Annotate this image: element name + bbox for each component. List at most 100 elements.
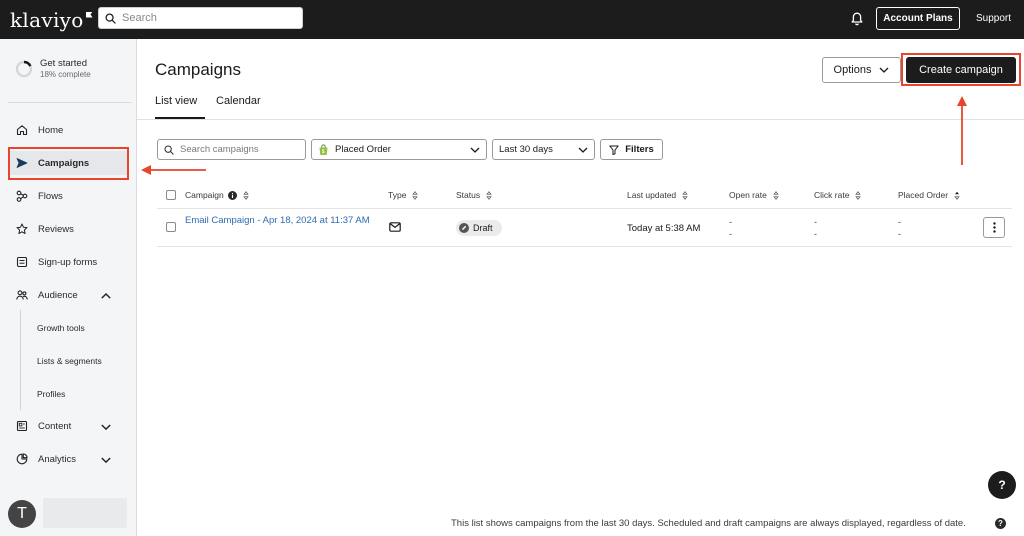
click-rate-cell: - - <box>814 216 817 240</box>
sidebar-item-analytics[interactable]: Analytics <box>8 447 128 471</box>
get-started-progress[interactable]: Get started 18% complete <box>15 58 91 79</box>
sidebar-item-flows[interactable]: Flows <box>8 184 128 208</box>
support-link[interactable]: Support <box>976 13 1011 24</box>
flows-icon <box>16 190 28 202</box>
get-started-title: Get started <box>40 58 87 69</box>
row-actions-button[interactable] <box>983 217 1005 238</box>
column-header-open-rate[interactable]: Open rate <box>729 190 779 200</box>
options-dropdown-button[interactable]: Options <box>822 57 901 83</box>
open-rate-cell: - - <box>729 216 732 240</box>
chevron-up-icon[interactable] <box>100 290 112 302</box>
logo-text: klaviyo <box>10 7 84 32</box>
form-icon <box>16 256 28 268</box>
analytics-icon <box>16 453 28 465</box>
placed-order-value: - <box>898 217 901 227</box>
column-header-campaign[interactable]: Campaign <box>185 190 249 200</box>
star-icon <box>16 223 28 234</box>
tab-divider <box>137 119 1024 120</box>
chevron-down-icon <box>879 67 889 73</box>
date-range-select[interactable]: Last 30 days <box>492 139 595 160</box>
campaign-search[interactable] <box>157 139 306 160</box>
account-plans-button[interactable]: Account Plans <box>876 7 960 30</box>
logo-flag-icon <box>85 11 93 18</box>
sidebar-item-label: Audience <box>38 289 78 301</box>
user-avatar[interactable]: T <box>8 500 36 528</box>
column-label: Status <box>456 190 481 200</box>
info-icon[interactable] <box>227 190 237 200</box>
progress-ring-icon <box>15 60 33 77</box>
sort-icon <box>412 190 419 200</box>
tab-list-view[interactable]: List view <box>155 95 197 107</box>
column-label: Campaign <box>185 190 224 200</box>
help-fab-button[interactable]: ? <box>988 471 1016 499</box>
placed-order-cell: - - <box>898 216 901 240</box>
metric-select-value: Placed Order <box>335 144 391 155</box>
sidebar-divider <box>8 102 132 103</box>
column-label: Click rate <box>814 190 850 200</box>
sort-icon <box>855 190 862 200</box>
sidebar-item-content[interactable]: Content <box>8 414 128 438</box>
chevron-down-icon <box>578 147 588 153</box>
bell-icon[interactable] <box>851 12 863 26</box>
sidebar-item-signup-forms[interactable]: Sign-up forms <box>8 250 128 274</box>
metric-select[interactable]: Placed Order <box>311 139 487 160</box>
filters-label: Filters <box>625 144 654 155</box>
audience-icon <box>16 290 28 300</box>
column-header-status[interactable]: Status <box>456 190 492 200</box>
user-info-redacted[interactable] <box>43 498 127 528</box>
row-checkbox[interactable] <box>166 222 176 232</box>
open-rate-value: - <box>729 217 732 227</box>
column-label: Last updated <box>627 190 677 200</box>
sidebar-subitem-growth-tools[interactable]: Growth tools <box>37 323 85 333</box>
sidebar-item-audience[interactable]: Audience <box>8 283 128 307</box>
sidebar-item-home[interactable]: Home <box>8 118 128 142</box>
chevron-down-icon[interactable] <box>100 421 112 433</box>
status-label: Draft <box>473 223 493 233</box>
column-header-placed-order[interactable]: Placed Order <box>898 190 960 200</box>
draft-pencil-icon <box>459 223 469 233</box>
column-label: Type <box>388 190 407 200</box>
sort-icon <box>682 190 688 200</box>
envelope-icon <box>389 222 401 232</box>
campaign-search-input[interactable] <box>180 144 300 155</box>
sidebar-item-label: Flows <box>38 190 63 202</box>
sidebar-item-label: Home <box>38 124 64 136</box>
sidebar-item-reviews[interactable]: Reviews <box>8 217 128 241</box>
column-header-click-rate[interactable]: Click rate <box>814 190 862 200</box>
chevron-down-icon <box>470 147 480 153</box>
help-circle-icon[interactable]: ? <box>995 518 1006 529</box>
annotation-highlight-campaigns <box>8 147 129 180</box>
active-tab-indicator <box>155 117 205 119</box>
global-search[interactable] <box>98 7 303 29</box>
get-started-progress-text: 18% complete <box>40 70 91 79</box>
sort-ascending-icon <box>954 191 960 200</box>
sidebar-subitem-profiles[interactable]: Profiles <box>37 389 65 399</box>
filters-button[interactable]: Filters <box>600 139 663 160</box>
klaviyo-logo[interactable]: klaviyo <box>10 8 98 32</box>
search-icon <box>164 144 174 155</box>
open-rate-subvalue: - <box>729 229 732 239</box>
click-rate-value: - <box>814 217 817 227</box>
column-label: Open rate <box>729 190 767 200</box>
sidebar-item-label: Sign-up forms <box>38 256 98 268</box>
column-header-type[interactable]: Type <box>388 190 419 200</box>
last-updated-cell: Today at 5:38 AM <box>627 223 701 234</box>
annotation-arrow-up <box>957 96 967 165</box>
global-search-input[interactable] <box>122 12 292 24</box>
select-all-checkbox[interactable] <box>166 190 176 200</box>
date-range-value: Last 30 days <box>499 144 553 155</box>
tab-calendar[interactable]: Calendar <box>216 95 261 107</box>
sidebar-item-label: Analytics <box>38 453 77 465</box>
sidebar-subitem-lists-segments[interactable]: Lists & segments <box>37 356 102 366</box>
campaign-name-link[interactable]: Email Campaign - Apr 18, 2024 at 11:37 A… <box>185 214 370 228</box>
column-label: Placed Order <box>898 190 949 200</box>
top-bar: klaviyo Account Plans Support <box>0 0 1024 39</box>
sort-icon <box>773 190 779 200</box>
column-header-last-updated[interactable]: Last updated <box>627 190 688 200</box>
filter-funnel-icon <box>609 145 619 155</box>
table-header-divider <box>157 208 1012 209</box>
audience-subnav-line <box>20 310 21 410</box>
chevron-down-icon[interactable] <box>100 454 112 466</box>
kebab-menu-icon <box>992 222 996 233</box>
click-rate-subvalue: - <box>814 229 817 239</box>
